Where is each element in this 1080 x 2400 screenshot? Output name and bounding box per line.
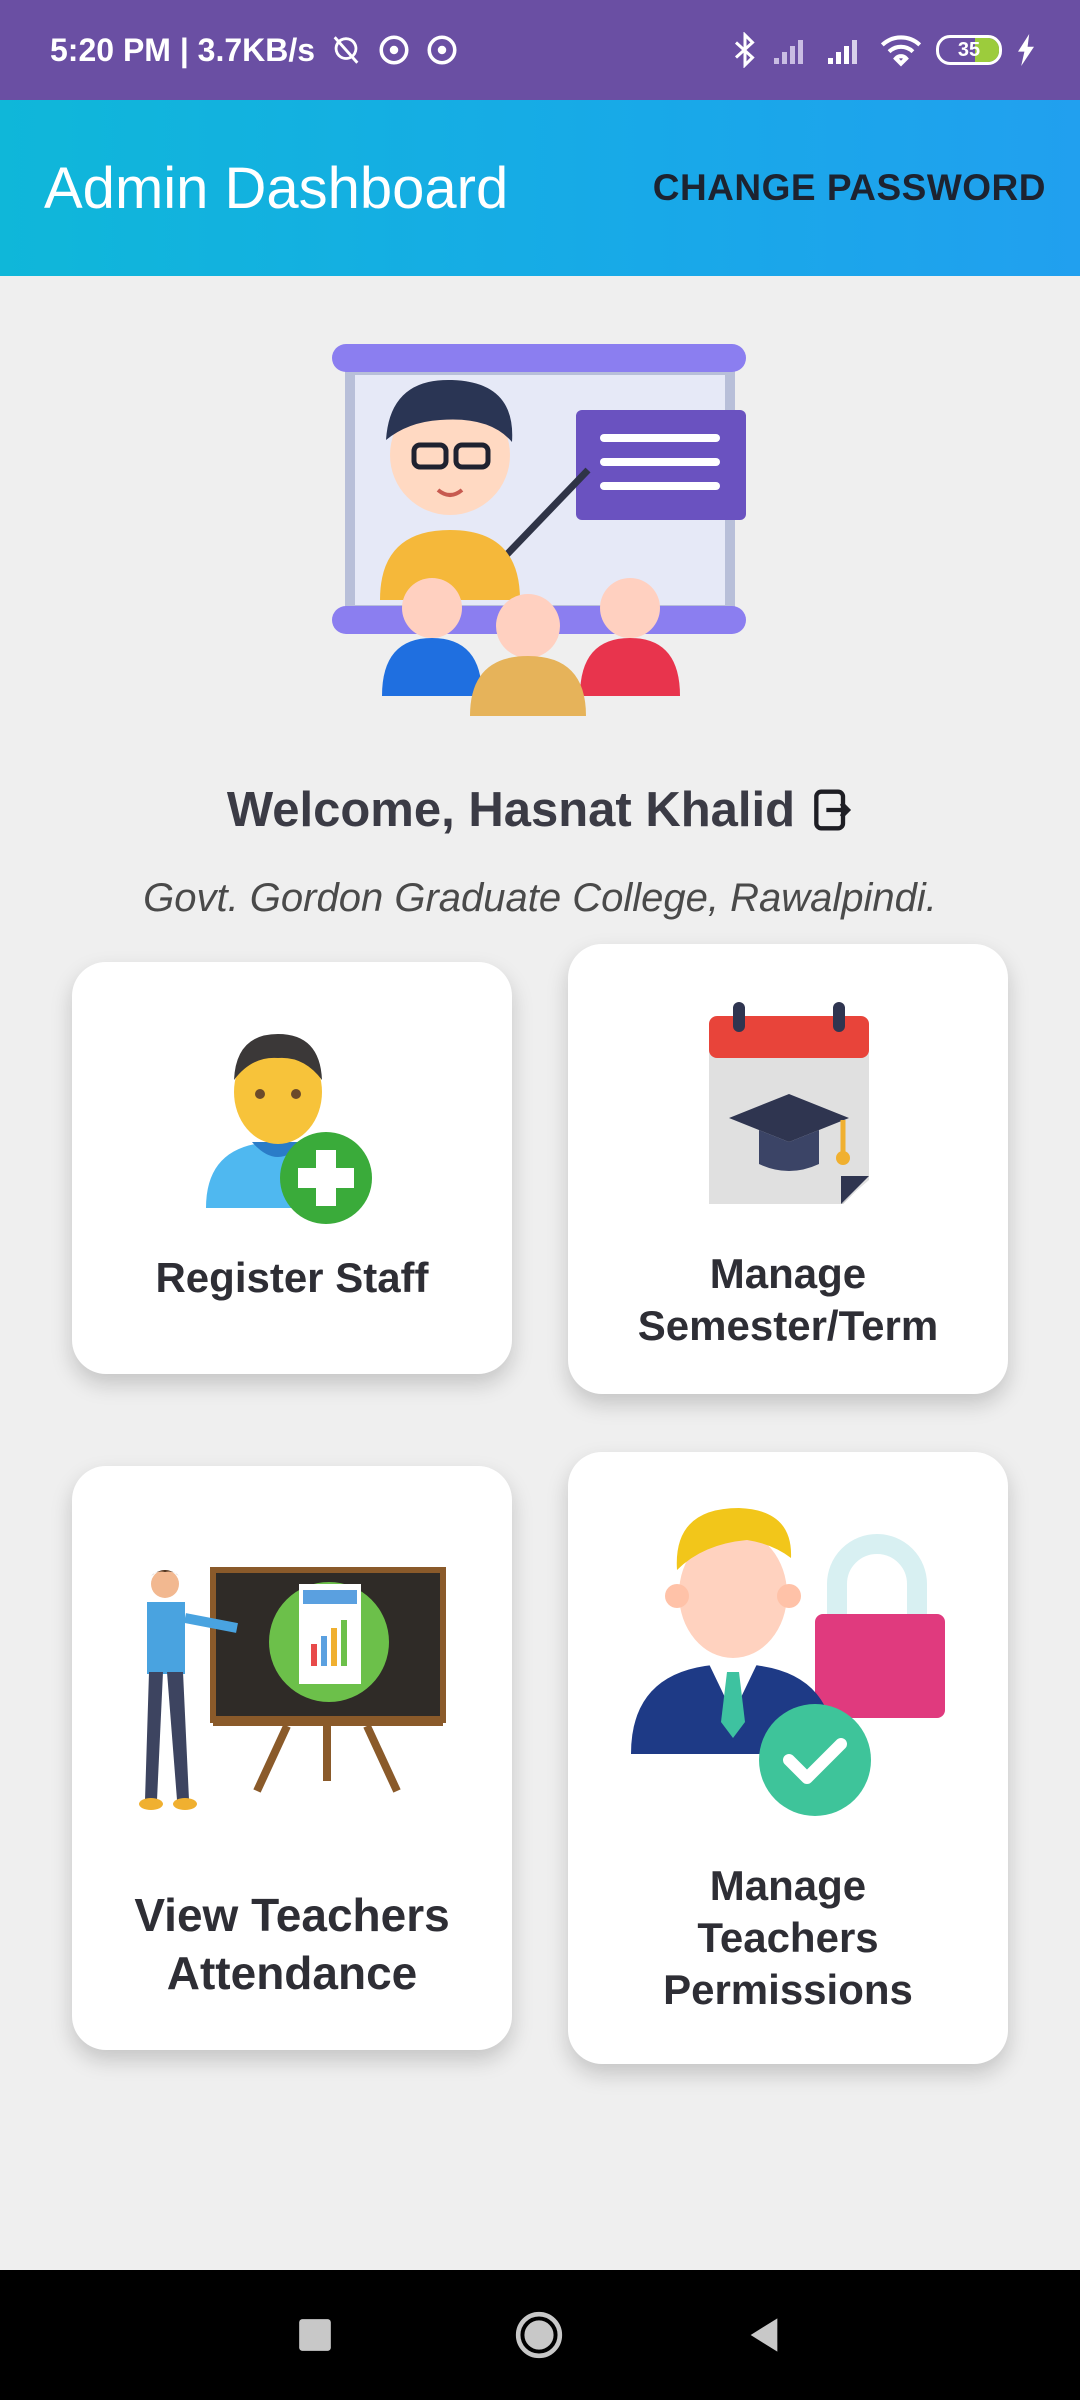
wifi-icon bbox=[880, 35, 922, 67]
system-nav-bar bbox=[0, 2270, 1080, 2400]
sync-icon-2 bbox=[427, 35, 457, 65]
bluetooth-icon bbox=[734, 32, 755, 68]
teacher-report-icon bbox=[139, 1567, 446, 1810]
battery-level: 35 bbox=[957, 38, 981, 61]
permissions-icon bbox=[631, 1508, 945, 1816]
register-staff-label: Register Staff bbox=[155, 1254, 429, 1301]
manage-permissions-card[interactable]: Manage Teachers Permissions bbox=[568, 1452, 1008, 2064]
battery-icon: 35 bbox=[936, 35, 1002, 65]
register-staff-card[interactable]: Register Staff bbox=[72, 962, 512, 1374]
college-name: Govt. Gordon Graduate College, Rawalpind… bbox=[143, 876, 937, 920]
alarm-off-icon bbox=[333, 36, 359, 64]
manage-permissions-label: Manage Teachers Permissions bbox=[663, 1862, 913, 2013]
recents-square-icon[interactable] bbox=[296, 2316, 334, 2354]
manage-semester-card[interactable]: Manage Semester/Term bbox=[568, 944, 1008, 1394]
view-attendance-label: View Teachers Attendance bbox=[134, 1889, 450, 1999]
change-password-button[interactable]: CHANGE PASSWORD bbox=[653, 167, 1046, 209]
logout-icon[interactable] bbox=[813, 788, 853, 832]
status-bar: 5:20 PM | 3.7KB/s 35 bbox=[0, 0, 1080, 100]
sync-icon bbox=[379, 35, 409, 65]
status-time-speed: 5:20 PM | 3.7KB/s bbox=[50, 31, 316, 68]
app-title: Admin Dashboard bbox=[44, 155, 509, 221]
welcome-text: Welcome, Hasnat Khalid bbox=[226, 783, 796, 837]
signal-icon bbox=[828, 40, 857, 64]
status-left: 5:20 PM | 3.7KB/s bbox=[50, 32, 459, 69]
welcome-row: Welcome, Hasnat Khalid bbox=[0, 782, 1080, 838]
status-right: 35 bbox=[732, 32, 1036, 68]
charging-icon bbox=[1018, 34, 1034, 66]
back-triangle-icon[interactable] bbox=[744, 2315, 784, 2355]
signal-weak-icon bbox=[774, 40, 803, 64]
view-attendance-card[interactable]: View Teachers Attendance bbox=[72, 1466, 512, 2050]
calendar-graduation-icon bbox=[709, 1002, 869, 1204]
manage-semester-label: Manage Semester/Term bbox=[637, 1250, 939, 1349]
home-circle-icon[interactable] bbox=[514, 2310, 564, 2360]
add-person-icon bbox=[206, 1034, 372, 1224]
app-bar: Admin Dashboard CHANGE PASSWORD bbox=[0, 100, 1080, 276]
teacher-classroom-illustration bbox=[332, 344, 746, 716]
